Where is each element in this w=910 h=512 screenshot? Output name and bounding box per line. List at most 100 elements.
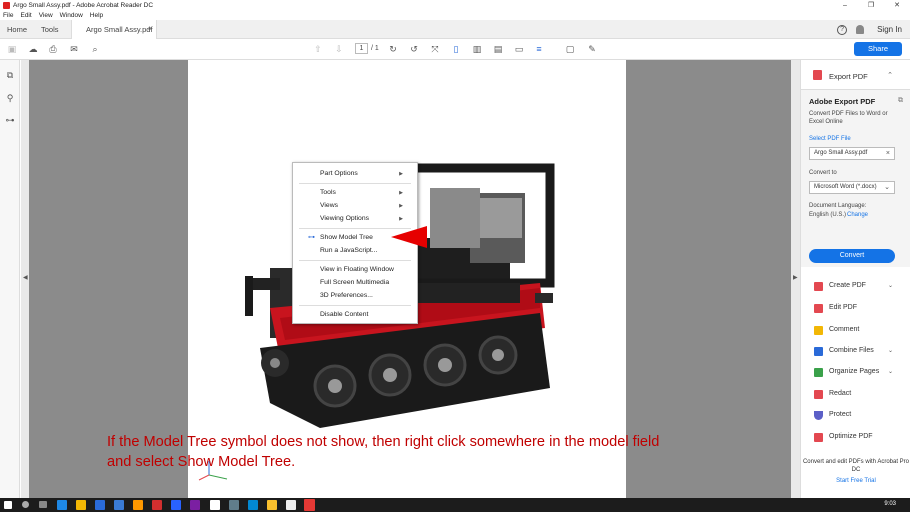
task-view-icon[interactable] xyxy=(39,501,47,508)
attachments-paperclip-icon[interactable]: ⚲ xyxy=(5,93,15,103)
page-up-icon[interactable]: ⇧ xyxy=(312,43,324,55)
rotate-ccw-icon[interactable]: ↺ xyxy=(408,43,420,55)
edge-browser-icon[interactable] xyxy=(57,500,67,510)
app-icon-blue[interactable] xyxy=(171,500,181,510)
menu-window[interactable]: Window xyxy=(60,12,83,19)
print-icon[interactable]: ⎙ xyxy=(47,43,59,55)
page-down-icon[interactable]: ⇩ xyxy=(333,43,345,55)
chevron-down-icon[interactable]: ⌄ xyxy=(888,347,893,354)
tool-label: Edit PDF xyxy=(829,304,858,311)
rotate-cw-icon[interactable]: ↻ xyxy=(387,43,399,55)
menu-item-views[interactable]: Views ▶ xyxy=(293,200,417,212)
menu-item-label: Views xyxy=(320,202,339,209)
document-language-label: Document Language: xyxy=(809,203,867,209)
submenu-arrow-icon: ▶ xyxy=(399,203,403,209)
single-page-view-icon[interactable]: ▯ xyxy=(450,43,462,55)
page-thumbnails-icon[interactable]: ⧉ xyxy=(5,70,15,80)
sign-pen-icon[interactable]: ✎ xyxy=(586,43,598,55)
chevron-down-icon[interactable]: ⌄ xyxy=(888,282,893,289)
menu-item-tools[interactable]: Tools ▶ xyxy=(293,187,417,199)
search-icon[interactable] xyxy=(22,501,29,508)
select-pdf-file-link[interactable]: Select PDF File xyxy=(809,136,851,142)
menu-item-floating-window[interactable]: View in Floating Window xyxy=(293,264,417,276)
menu-help[interactable]: Help xyxy=(90,12,103,19)
convert-button[interactable]: Convert xyxy=(809,249,895,263)
model-tree-icon[interactable]: ⊶ xyxy=(5,115,15,125)
start-free-trial-link[interactable]: Start Free Trial xyxy=(801,477,910,485)
fit-page-icon[interactable]: ⤧ xyxy=(429,43,441,55)
menu-item-part-options[interactable]: Part Options ▶ xyxy=(293,168,417,180)
menu-file[interactable]: File xyxy=(3,12,13,19)
upload-cloud-icon[interactable]: ☁ xyxy=(27,43,39,55)
menu-item-label: View in Floating Window xyxy=(320,266,394,273)
menu-item-label: Run a JavaScript... xyxy=(320,247,378,254)
office-app-icon[interactable] xyxy=(133,500,143,510)
email-icon[interactable]: ✉ xyxy=(68,43,80,55)
notification-bell-icon[interactable] xyxy=(856,25,865,34)
presentation-icon[interactable]: ▭ xyxy=(513,43,525,55)
selected-file-field[interactable]: Argo Small Assy.pdf × xyxy=(809,147,895,160)
tool-label: Optimize PDF xyxy=(829,433,873,440)
export-pdf-header[interactable]: Export PDF ⌃ xyxy=(801,60,910,90)
help-icon[interactable]: ? xyxy=(837,24,848,35)
page-indicator: 1 / 1 xyxy=(355,43,379,54)
window-title: Argo Small Assy.pdf - Adobe Acrobat Read… xyxy=(13,2,154,9)
app-icon-red[interactable] xyxy=(152,500,162,510)
remove-file-icon[interactable]: × xyxy=(886,148,890,159)
tool-comment[interactable]: Comment xyxy=(801,324,910,338)
convert-to-select[interactable]: Microsoft Word (*.docx) ⌄ xyxy=(809,181,895,194)
chevron-up-icon[interactable]: ⌃ xyxy=(887,71,893,79)
app-icon-purple[interactable] xyxy=(190,500,200,510)
app-icon-light[interactable] xyxy=(286,500,296,510)
title-bar: Argo Small Assy.pdf - Adobe Acrobat Read… xyxy=(0,0,910,11)
tab-document[interactable]: Argo Small Assy.pdf × xyxy=(71,20,157,39)
tool-optimize-pdf[interactable]: Optimize PDF xyxy=(801,431,910,445)
pin-icon[interactable]: ⧉ xyxy=(898,97,903,105)
change-language-link[interactable]: Change xyxy=(847,212,868,218)
menu-item-viewing-options[interactable]: Viewing Options ▶ xyxy=(293,213,417,225)
file-explorer-icon[interactable] xyxy=(76,500,86,510)
right-panel-collapse-handle[interactable]: ▶ xyxy=(791,60,800,498)
two-page-view-icon[interactable]: ▤ xyxy=(492,43,504,55)
menu-item-disable-content[interactable]: Disable Content xyxy=(293,309,417,321)
tab-home[interactable]: Home xyxy=(7,20,27,39)
app-icon-gray[interactable] xyxy=(229,500,239,510)
minimize-button[interactable]: – xyxy=(832,0,858,11)
export-pdf-icon xyxy=(813,70,822,80)
menu-item-3d-preferences[interactable]: 3D Preferences... xyxy=(293,290,417,302)
save-icon[interactable]: ▣ xyxy=(6,43,18,55)
menu-item-label: Full Screen Multimedia xyxy=(320,279,390,286)
tool-create-pdf[interactable]: Create PDF ⌄ xyxy=(801,280,910,294)
chevron-down-icon[interactable]: ⌄ xyxy=(888,368,893,375)
tool-organize-pages[interactable]: Organize Pages ⌄ xyxy=(801,366,910,380)
maximize-button[interactable]: ❐ xyxy=(858,0,884,11)
app-icon-white[interactable] xyxy=(210,500,220,510)
chevron-right-icon: ▶ xyxy=(793,275,798,281)
tool-redact[interactable]: Redact xyxy=(801,388,910,402)
page-number-input[interactable]: 1 xyxy=(355,43,368,54)
acrobat-window: Argo Small Assy.pdf - Adobe Acrobat Read… xyxy=(0,0,910,512)
left-panel-collapse-handle[interactable]: ◀ xyxy=(21,60,29,498)
two-page-scroll-icon[interactable]: ▥ xyxy=(471,43,483,55)
store-icon[interactable] xyxy=(95,500,105,510)
scroll-mode-icon[interactable]: ≡ xyxy=(533,43,545,55)
windows-start-icon[interactable] xyxy=(4,501,12,509)
app-icon-lightblue[interactable] xyxy=(248,500,258,510)
search-icon[interactable]: ⌕ xyxy=(89,43,101,55)
comment-icon[interactable]: ▢ xyxy=(564,43,576,55)
sign-in-link[interactable]: Sign In xyxy=(877,25,902,34)
close-window-button[interactable]: ✕ xyxy=(884,0,910,11)
app-icon-yellow[interactable] xyxy=(267,500,277,510)
menu-view[interactable]: View xyxy=(39,12,53,19)
tool-edit-pdf[interactable]: Edit PDF xyxy=(801,302,910,316)
tool-combine-files[interactable]: Combine Files ⌄ xyxy=(801,345,910,359)
menu-item-full-screen-multimedia[interactable]: Full Screen Multimedia xyxy=(293,277,417,289)
share-button[interactable]: Share xyxy=(854,42,902,56)
tab-tools[interactable]: Tools xyxy=(41,20,59,39)
tool-protect[interactable]: Protect xyxy=(801,409,910,423)
tab-close-icon[interactable]: × xyxy=(148,20,152,39)
menu-edit[interactable]: Edit xyxy=(20,12,31,19)
taskbar-clock[interactable]: 9:03 xyxy=(884,501,896,507)
mail-icon[interactable] xyxy=(114,500,124,510)
acrobat-taskbar-icon[interactable] xyxy=(304,499,315,511)
